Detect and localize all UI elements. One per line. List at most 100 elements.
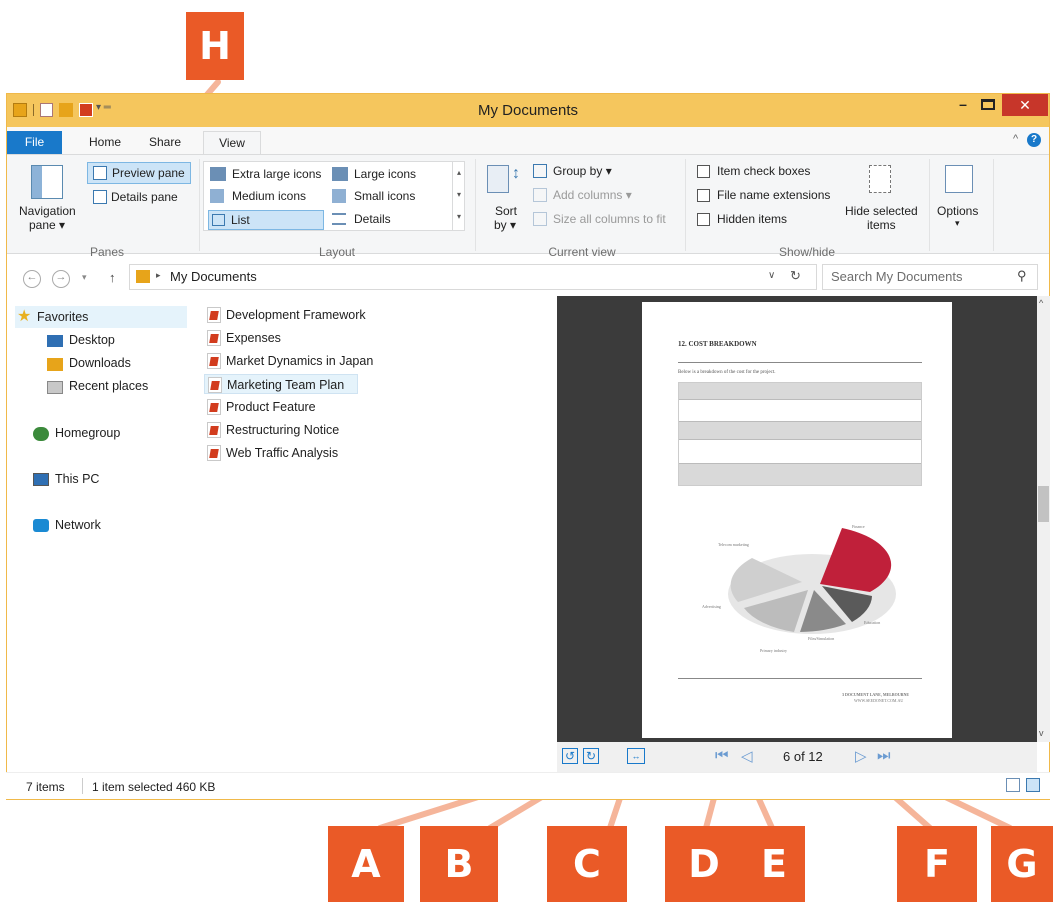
list-item[interactable]: Development Framework	[204, 305, 366, 325]
homegroup-icon	[33, 427, 49, 441]
navigation-pane-icon[interactable]	[31, 165, 63, 199]
folder-icon	[136, 270, 150, 283]
options-dropdown-icon[interactable]: ▾	[955, 218, 960, 229]
pdf-file-icon	[207, 422, 221, 438]
nav-desktop[interactable]: Desktop	[69, 333, 115, 347]
tab-file[interactable]: File	[7, 131, 62, 154]
tab-view[interactable]: View	[203, 131, 261, 154]
file-name: Market Dynamics in Japan	[226, 354, 374, 368]
list-item[interactable]: Expenses	[204, 328, 281, 348]
nav-this-pc[interactable]: This PC	[55, 472, 99, 486]
sort-by-label[interactable]: Sort	[495, 204, 517, 218]
minimize-button[interactable]: –	[953, 96, 973, 116]
hidden-items-checkbox[interactable]	[697, 213, 710, 226]
address-bar[interactable]: ▸ My Documents ∨ ↻	[129, 264, 817, 290]
breadcrumb-chevron-icon[interactable]: ▸	[156, 270, 161, 281]
navigation-pane-label-2[interactable]: pane ▾	[29, 218, 65, 232]
preview-pane-button[interactable]: Preview pane	[87, 162, 191, 184]
search-icon[interactable]: ⚲	[1017, 268, 1027, 284]
fit-width-icon[interactable]: ↔	[627, 748, 645, 764]
list-item[interactable]: Restructuring Notice	[204, 420, 339, 440]
item-count: 7 items	[26, 780, 65, 794]
address-dropdown-icon[interactable]: ∨	[768, 270, 775, 281]
preview-document-page[interactable]: 12. COST BREAKDOWN Below is a breakdown …	[642, 302, 952, 738]
navigation-pane-label[interactable]: Navigation	[19, 204, 76, 218]
scroll-up-icon[interactable]: ^	[1039, 298, 1043, 308]
sort-by-label-2[interactable]: by ▾	[494, 218, 516, 232]
recent-locations-icon[interactable]: ▾	[82, 272, 87, 283]
list-item[interactable]: Web Traffic Analysis	[204, 443, 338, 463]
first-page-icon[interactable]: ⏮	[715, 747, 729, 764]
small-icons-option[interactable]: Small icons	[354, 189, 415, 203]
last-page-icon[interactable]: ⏭	[877, 747, 891, 764]
rotate-right-icon[interactable]: ↻	[583, 748, 599, 764]
file-name: Product Feature	[226, 400, 316, 414]
hide-selected-label[interactable]: Hide selected	[845, 204, 918, 218]
list-icon	[212, 214, 225, 226]
tab-home[interactable]: Home	[77, 131, 133, 154]
details-option[interactable]: Details	[354, 212, 391, 226]
previous-page-icon[interactable]: ◁	[741, 747, 753, 765]
list-item[interactable]: Market Dynamics in Japan	[204, 351, 373, 371]
medium-icons-icon	[210, 189, 224, 203]
details-pane-button[interactable]: Details pane	[111, 190, 178, 204]
up-button[interactable]: ↑	[109, 270, 116, 285]
pdf-file-icon	[207, 445, 221, 461]
large-icons-icon	[332, 167, 348, 181]
item-check-boxes-checkbox[interactable]	[697, 165, 710, 178]
item-check-boxes-label: Item check boxes	[717, 164, 811, 178]
back-button[interactable]: ←	[23, 270, 41, 288]
scroll-down-icon[interactable]: v	[1039, 728, 1044, 738]
callout-d: D	[665, 826, 743, 902]
nav-downloads[interactable]: Downloads	[69, 356, 131, 370]
file-name-extensions-label: File name extensions	[717, 188, 831, 202]
nav-homegroup[interactable]: Homegroup	[55, 426, 120, 440]
large-icons-option[interactable]: Large icons	[354, 167, 416, 181]
search-input[interactable]: Search My Documents ⚲	[822, 264, 1038, 290]
list-item-selected[interactable]: Marketing Team Plan	[204, 374, 358, 394]
nav-recent-places[interactable]: Recent places	[69, 379, 148, 393]
layout-scroll-icon[interactable]: ▴ ▾ ▾	[452, 162, 465, 230]
nav-favorites[interactable]: ★ Favorites	[15, 306, 187, 328]
scroll-thumb[interactable]	[1038, 486, 1049, 522]
options-icon[interactable]	[945, 165, 973, 193]
list-option[interactable]: List	[208, 210, 324, 230]
network-icon	[33, 519, 49, 532]
cost-table	[678, 382, 922, 486]
group-by-button[interactable]: Group by ▾	[553, 164, 612, 178]
close-button[interactable]: ✕	[1002, 94, 1048, 116]
pdf-file-icon	[208, 377, 222, 393]
file-name-extensions-checkbox[interactable]	[697, 189, 710, 202]
breadcrumb[interactable]: My Documents	[170, 269, 257, 284]
refresh-icon[interactable]: ↻	[790, 268, 801, 284]
sort-arrow-icon: ↕	[512, 165, 520, 182]
group-by-icon	[533, 164, 547, 178]
add-columns-button[interactable]: Add columns ▾	[553, 188, 632, 202]
details-view-icon[interactable]	[1006, 778, 1020, 792]
maximize-button[interactable]	[981, 99, 995, 110]
preview-scrollbar[interactable]: ^ v	[1037, 296, 1050, 742]
extra-large-icons-option[interactable]: Extra large icons	[232, 167, 321, 181]
panes-group-label: Panes	[89, 245, 125, 259]
help-icon[interactable]: ?	[1027, 133, 1041, 147]
status-bar: 7 items 1 item selected 460 KB	[6, 772, 1050, 799]
hide-selected-label-2[interactable]: items	[867, 218, 896, 232]
layout-gallery: Extra large icons Large icons Medium ico…	[203, 161, 465, 231]
medium-icons-option[interactable]: Medium icons	[232, 189, 306, 203]
star-icon: ★	[17, 308, 32, 325]
list-item[interactable]: Product Feature	[204, 397, 316, 417]
options-button[interactable]: Options	[937, 204, 978, 218]
rotate-left-icon[interactable]: ↺	[562, 748, 578, 764]
forward-button[interactable]: →	[52, 270, 70, 288]
navigation-pane: ★ Favorites Desktop Downloads Recent pla…	[7, 297, 200, 767]
hide-selected-icon[interactable]	[869, 165, 891, 193]
nav-network[interactable]: Network	[55, 518, 101, 532]
selection-info: 1 item selected 460 KB	[92, 780, 216, 794]
large-icons-view-icon[interactable]	[1026, 778, 1040, 792]
tab-share[interactable]: Share	[135, 131, 195, 154]
next-page-icon[interactable]: ▷	[855, 747, 867, 765]
show-hide-group-label: Show/hide	[778, 245, 836, 259]
collapse-ribbon-icon[interactable]: ^	[1013, 133, 1018, 145]
size-all-columns-button[interactable]: Size all columns to fit	[553, 212, 666, 226]
sort-by-icon[interactable]	[487, 165, 509, 193]
